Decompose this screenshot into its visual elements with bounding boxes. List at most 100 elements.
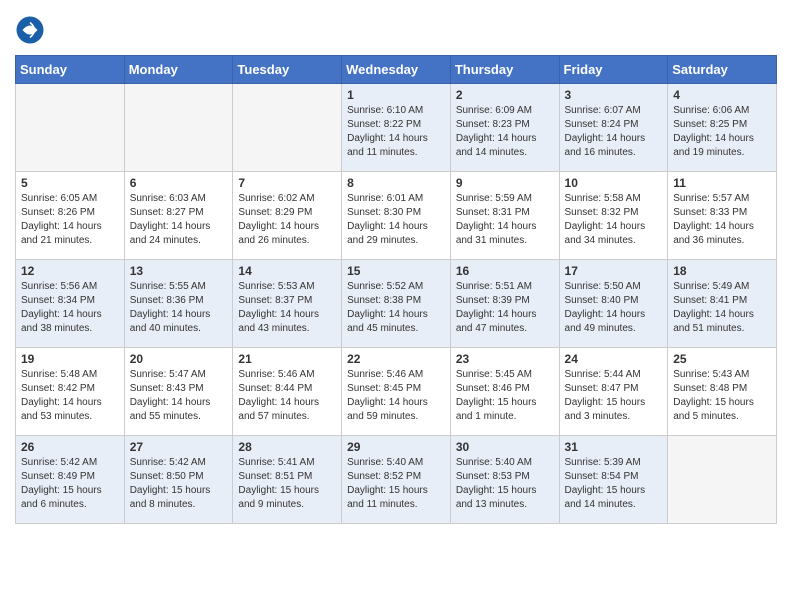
calendar-cell: 7 Sunrise: 6:02 AM Sunset: 8:29 PM Daylig… xyxy=(233,172,342,260)
day-number: 24 xyxy=(565,352,663,366)
day-number: 12 xyxy=(21,264,119,278)
day-info: Sunrise: 5:59 AM Sunset: 8:31 PM Dayligh… xyxy=(456,192,554,248)
day-number: 28 xyxy=(238,440,336,454)
day-number: 5 xyxy=(21,176,119,190)
calendar-cell: 26 Sunrise: 5:42 AM Sunset: 8:49 PM Dayli… xyxy=(16,436,125,524)
logo xyxy=(15,15,49,45)
day-number: 17 xyxy=(565,264,663,278)
calendar-cell: 9 Sunrise: 5:59 AM Sunset: 8:31 PM Daylig… xyxy=(450,172,559,260)
day-number: 31 xyxy=(565,440,663,454)
weekday-header: Saturday xyxy=(668,56,777,84)
day-number: 13 xyxy=(130,264,228,278)
calendar-cell: 27 Sunrise: 5:42 AM Sunset: 8:50 PM Dayli… xyxy=(124,436,233,524)
calendar-cell: 24 Sunrise: 5:44 AM Sunset: 8:47 PM Dayli… xyxy=(559,348,668,436)
day-number: 4 xyxy=(673,88,771,102)
calendar-cell: 13 Sunrise: 5:55 AM Sunset: 8:36 PM Dayli… xyxy=(124,260,233,348)
day-number: 16 xyxy=(456,264,554,278)
calendar-cell xyxy=(124,84,233,172)
day-info: Sunrise: 5:53 AM Sunset: 8:37 PM Dayligh… xyxy=(238,280,336,336)
day-number: 27 xyxy=(130,440,228,454)
weekday-header: Wednesday xyxy=(342,56,451,84)
day-number: 18 xyxy=(673,264,771,278)
day-number: 2 xyxy=(456,88,554,102)
calendar-cell: 6 Sunrise: 6:03 AM Sunset: 8:27 PM Daylig… xyxy=(124,172,233,260)
day-number: 30 xyxy=(456,440,554,454)
day-number: 9 xyxy=(456,176,554,190)
calendar-cell xyxy=(16,84,125,172)
day-number: 25 xyxy=(673,352,771,366)
day-number: 23 xyxy=(456,352,554,366)
calendar-cell: 20 Sunrise: 5:47 AM Sunset: 8:43 PM Dayli… xyxy=(124,348,233,436)
calendar-cell xyxy=(233,84,342,172)
calendar-cell: 12 Sunrise: 5:56 AM Sunset: 8:34 PM Dayli… xyxy=(16,260,125,348)
day-info: Sunrise: 5:46 AM Sunset: 8:44 PM Dayligh… xyxy=(238,368,336,424)
calendar-cell: 22 Sunrise: 5:46 AM Sunset: 8:45 PM Dayli… xyxy=(342,348,451,436)
day-info: Sunrise: 5:41 AM Sunset: 8:51 PM Dayligh… xyxy=(238,456,336,512)
day-info: Sunrise: 5:48 AM Sunset: 8:42 PM Dayligh… xyxy=(21,368,119,424)
day-number: 26 xyxy=(21,440,119,454)
page-header xyxy=(15,15,777,45)
calendar-cell: 5 Sunrise: 6:05 AM Sunset: 8:26 PM Daylig… xyxy=(16,172,125,260)
day-info: Sunrise: 5:57 AM Sunset: 8:33 PM Dayligh… xyxy=(673,192,771,248)
day-number: 8 xyxy=(347,176,445,190)
calendar-cell: 14 Sunrise: 5:53 AM Sunset: 8:37 PM Dayli… xyxy=(233,260,342,348)
calendar-cell xyxy=(668,436,777,524)
day-number: 19 xyxy=(21,352,119,366)
logo-icon xyxy=(15,15,45,45)
calendar-cell: 3 Sunrise: 6:07 AM Sunset: 8:24 PM Daylig… xyxy=(559,84,668,172)
weekday-header-row: SundayMondayTuesdayWednesdayThursdayFrid… xyxy=(16,56,777,84)
calendar-cell: 28 Sunrise: 5:41 AM Sunset: 8:51 PM Dayli… xyxy=(233,436,342,524)
day-info: Sunrise: 5:39 AM Sunset: 8:54 PM Dayligh… xyxy=(565,456,663,512)
day-number: 14 xyxy=(238,264,336,278)
calendar-cell: 2 Sunrise: 6:09 AM Sunset: 8:23 PM Daylig… xyxy=(450,84,559,172)
calendar-cell: 21 Sunrise: 5:46 AM Sunset: 8:44 PM Dayli… xyxy=(233,348,342,436)
calendar-cell: 19 Sunrise: 5:48 AM Sunset: 8:42 PM Dayli… xyxy=(16,348,125,436)
day-number: 15 xyxy=(347,264,445,278)
calendar-cell: 17 Sunrise: 5:50 AM Sunset: 8:40 PM Dayli… xyxy=(559,260,668,348)
calendar-cell: 29 Sunrise: 5:40 AM Sunset: 8:52 PM Dayli… xyxy=(342,436,451,524)
day-number: 20 xyxy=(130,352,228,366)
day-number: 22 xyxy=(347,352,445,366)
day-info: Sunrise: 5:40 AM Sunset: 8:52 PM Dayligh… xyxy=(347,456,445,512)
weekday-header: Tuesday xyxy=(233,56,342,84)
day-info: Sunrise: 5:56 AM Sunset: 8:34 PM Dayligh… xyxy=(21,280,119,336)
weekday-header: Thursday xyxy=(450,56,559,84)
weekday-header: Sunday xyxy=(16,56,125,84)
day-info: Sunrise: 6:02 AM Sunset: 8:29 PM Dayligh… xyxy=(238,192,336,248)
day-info: Sunrise: 5:44 AM Sunset: 8:47 PM Dayligh… xyxy=(565,368,663,424)
calendar-week-row: 5 Sunrise: 6:05 AM Sunset: 8:26 PM Daylig… xyxy=(16,172,777,260)
day-number: 3 xyxy=(565,88,663,102)
calendar-cell: 18Sunrise: 5:49 AM Sunset: 8:41 PM Dayli… xyxy=(668,260,777,348)
calendar-cell: 1 Sunrise: 6:10 AM Sunset: 8:22 PM Daylig… xyxy=(342,84,451,172)
day-number: 10 xyxy=(565,176,663,190)
day-number: 21 xyxy=(238,352,336,366)
day-info: Sunrise: 5:52 AM Sunset: 8:38 PM Dayligh… xyxy=(347,280,445,336)
calendar-cell: 15 Sunrise: 5:52 AM Sunset: 8:38 PM Dayli… xyxy=(342,260,451,348)
day-number: 7 xyxy=(238,176,336,190)
day-info: Sunrise: 5:46 AM Sunset: 8:45 PM Dayligh… xyxy=(347,368,445,424)
calendar-week-row: 26 Sunrise: 5:42 AM Sunset: 8:49 PM Dayli… xyxy=(16,436,777,524)
day-info: Sunrise: 6:06 AM Sunset: 8:25 PM Dayligh… xyxy=(673,104,771,160)
day-number: 29 xyxy=(347,440,445,454)
day-info: Sunrise: 6:01 AM Sunset: 8:30 PM Dayligh… xyxy=(347,192,445,248)
day-info: Sunrise: 5:55 AM Sunset: 8:36 PM Dayligh… xyxy=(130,280,228,336)
day-number: 11 xyxy=(673,176,771,190)
calendar-cell: 10Sunrise: 5:58 AM Sunset: 8:32 PM Dayli… xyxy=(559,172,668,260)
day-info: Sunrise: 5:42 AM Sunset: 8:50 PM Dayligh… xyxy=(130,456,228,512)
day-info: Sunrise: 5:43 AM Sunset: 8:48 PM Dayligh… xyxy=(673,368,771,424)
day-number: 1 xyxy=(347,88,445,102)
calendar-cell: 31 Sunrise: 5:39 AM Sunset: 8:54 PM Dayli… xyxy=(559,436,668,524)
day-info: Sunrise: 6:03 AM Sunset: 8:27 PM Dayligh… xyxy=(130,192,228,248)
day-info: Sunrise: 6:09 AM Sunset: 8:23 PM Dayligh… xyxy=(456,104,554,160)
day-info: Sunrise: 5:42 AM Sunset: 8:49 PM Dayligh… xyxy=(21,456,119,512)
day-info: Sunrise: 6:05 AM Sunset: 8:26 PM Dayligh… xyxy=(21,192,119,248)
calendar-cell: 4 Sunrise: 6:06 AM Sunset: 8:25 PM Daylig… xyxy=(668,84,777,172)
day-info: Sunrise: 6:07 AM Sunset: 8:24 PM Dayligh… xyxy=(565,104,663,160)
calendar-week-row: 1 Sunrise: 6:10 AM Sunset: 8:22 PM Daylig… xyxy=(16,84,777,172)
day-number: 6 xyxy=(130,176,228,190)
day-info: Sunrise: 5:50 AM Sunset: 8:40 PM Dayligh… xyxy=(565,280,663,336)
calendar-cell: 25 Sunrise: 5:43 AM Sunset: 8:48 PM Dayli… xyxy=(668,348,777,436)
weekday-header: Monday xyxy=(124,56,233,84)
day-info: Sunrise: 5:47 AM Sunset: 8:43 PM Dayligh… xyxy=(130,368,228,424)
day-info: Sunrise: 6:10 AM Sunset: 8:22 PM Dayligh… xyxy=(347,104,445,160)
